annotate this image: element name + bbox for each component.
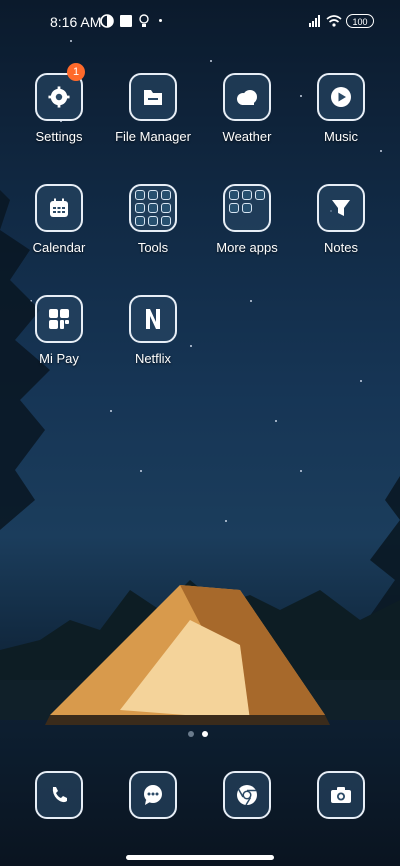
app-calendar[interactable]: Calendar <box>11 184 107 255</box>
play-icon <box>317 73 365 121</box>
folder-icon <box>129 73 177 121</box>
app-label: Mi Pay <box>39 351 79 366</box>
wifi-icon <box>326 14 342 33</box>
app-file-manager[interactable]: File Manager <box>105 73 201 144</box>
grid-icon <box>35 295 83 343</box>
app-label: Notes <box>324 240 358 255</box>
app-notification-icon <box>120 14 132 33</box>
app-label: Music <box>324 129 358 144</box>
app-notes[interactable]: Notes <box>293 184 389 255</box>
netflix-n-icon <box>129 295 177 343</box>
page-indicator <box>188 731 208 737</box>
page-dot-active[interactable] <box>202 731 208 737</box>
chrome-icon <box>223 771 271 819</box>
data-saver-icon <box>100 14 114 33</box>
status-bar: 8:16 AM 100 <box>0 0 400 44</box>
app-label: Calendar <box>32 240 86 255</box>
app-label: File Manager <box>115 129 191 144</box>
app-mi-pay[interactable]: Mi Pay <box>11 295 107 366</box>
funnel-icon <box>317 184 365 232</box>
app-label: Netflix <box>134 351 172 366</box>
app-settings[interactable]: 1 Settings <box>11 63 107 144</box>
app-label: More apps <box>216 240 278 255</box>
calendar-icon <box>35 184 83 232</box>
status-time: 8:16 AM <box>50 14 102 30</box>
tent <box>45 585 330 725</box>
page-dot[interactable] <box>188 731 194 737</box>
folder-grid-icon <box>223 184 271 232</box>
dock-messages[interactable] <box>129 771 177 819</box>
home-gesture-bar[interactable] <box>126 855 274 860</box>
camera-icon <box>317 771 365 819</box>
folder-tools[interactable]: Tools <box>105 184 201 255</box>
battery-indicator: 100 <box>346 14 374 28</box>
folder-more-apps[interactable]: More apps <box>199 184 295 255</box>
notification-badge: 1 <box>67 63 85 81</box>
signal-icon <box>308 14 322 33</box>
app-music[interactable]: Music <box>293 73 389 144</box>
app-label: Tools <box>137 240 169 255</box>
app-label: Weather <box>222 129 272 144</box>
phone-icon <box>35 771 83 819</box>
chat-icon <box>129 771 177 819</box>
lightbulb-icon <box>138 14 150 33</box>
folder-grid-icon <box>129 184 177 232</box>
dock-phone[interactable] <box>35 771 83 819</box>
app-label: Settings <box>35 129 83 144</box>
cloud-icon <box>223 73 271 121</box>
more-notifications-dot <box>159 19 162 22</box>
app-netflix[interactable]: Netflix <box>105 295 201 366</box>
dock-chrome[interactable] <box>223 771 271 819</box>
app-weather[interactable]: Weather <box>199 73 295 144</box>
dock-camera[interactable] <box>317 771 365 819</box>
